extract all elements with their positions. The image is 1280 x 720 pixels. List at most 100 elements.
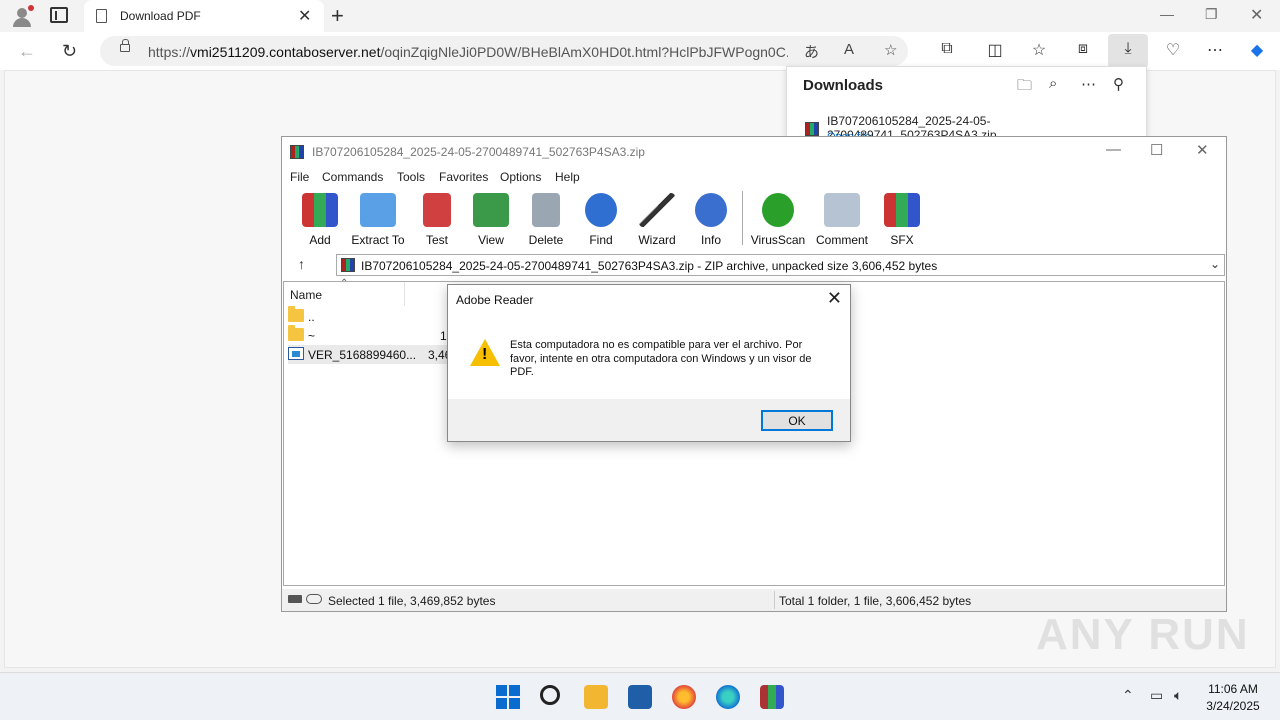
tab-close-icon[interactable]: ✕ (298, 6, 311, 26)
downloads-title: Downloads (803, 77, 884, 94)
open-folder-icon[interactable]: 🗀 (1017, 75, 1032, 100)
download-icon: ⤓ (1124, 40, 1132, 57)
delete-trash-icon (532, 193, 560, 227)
network-icon[interactable]: ▭ (1150, 687, 1163, 704)
folder-icon (288, 325, 304, 341)
up-arrow-icon[interactable]: ↑ (298, 256, 305, 272)
browser-essentials-icon[interactable]: ♡ (1162, 40, 1184, 60)
downloads-button[interactable]: ⤓ (1108, 34, 1148, 68)
url-text[interactable]: https://vmi2511209.contaboserver.net/oqi… (148, 44, 788, 60)
file-explorer-icon[interactable] (584, 685, 608, 709)
extract-to-button[interactable]: Extract To (350, 193, 406, 247)
winrar-title: IB707206105284_2025-24-05-2700489741_502… (312, 145, 645, 159)
winrar-titlebar: IB707206105284_2025-24-05-2700489741_502… (282, 137, 1226, 167)
wizard-wand-icon (639, 193, 675, 227)
clock[interactable]: 11:06 AM 3/24/2025 (1196, 681, 1270, 715)
delete-button[interactable]: Delete (518, 193, 574, 247)
add-button[interactable]: Add (292, 193, 348, 247)
status-selected: Selected 1 file, 3,469,852 bytes (328, 594, 496, 608)
search-icon[interactable]: ⌕ (1049, 75, 1057, 92)
menu-tools[interactable]: Tools (397, 170, 425, 184)
warning-icon: ! (470, 339, 500, 369)
menu-commands[interactable]: Commands (322, 170, 383, 184)
chevron-down-icon[interactable]: ⌄ (1210, 257, 1220, 271)
status-total: Total 1 folder, 1 file, 3,606,452 bytes (779, 594, 972, 608)
info-button[interactable]: Info (683, 193, 739, 247)
test-clipboard-icon (423, 193, 451, 227)
profile-icon[interactable] (10, 5, 34, 27)
column-header-name[interactable]: Name ⌃ (284, 278, 404, 306)
key-icon (306, 594, 322, 604)
winrar-close-icon[interactable]: ✕ (1196, 141, 1209, 159)
anyrun-watermark-logo: ANY RUN (1036, 610, 1250, 659)
dialog-close-icon[interactable]: ✕ (827, 288, 842, 309)
favorite-star-icon[interactable]: ☆ (884, 41, 897, 59)
status-bar: Selected 1 file, 3,469,852 bytes Total 1… (282, 589, 1226, 611)
toolbar-separator (742, 191, 743, 245)
add-icon (302, 193, 338, 227)
zip-file-icon (805, 122, 819, 136)
winrar-taskbar-icon[interactable] (760, 685, 784, 709)
windows-start-icon[interactable] (496, 685, 520, 709)
folder-icon (288, 306, 304, 322)
lock-icon (120, 39, 130, 52)
virusscan-button[interactable]: VirusScan (750, 193, 806, 247)
extensions-icon[interactable]: ⧉ (936, 40, 958, 58)
comment-button[interactable]: Comment (814, 193, 870, 247)
browser-tab-bar: Download PDF ✕ + — ❐ ✕ (0, 0, 1280, 32)
store-icon[interactable] (628, 685, 652, 709)
favorites-icon[interactable]: ☆ (1028, 40, 1050, 60)
winrar-menubar: File Commands Tools Favorites Options He… (282, 167, 1226, 187)
dialog-message: Esta computadora no es compatible para v… (510, 339, 812, 378)
search-icon[interactable] (540, 685, 560, 705)
virusscan-bug-icon (762, 193, 794, 227)
archive-icon (341, 258, 355, 272)
tab-actions-icon[interactable] (50, 7, 68, 23)
menu-help[interactable]: Help (555, 170, 580, 184)
refresh-icon[interactable]: ↻ (62, 41, 77, 62)
winrar-minimize-icon[interactable]: — (1106, 141, 1121, 158)
pin-icon[interactable]: ⚲ (1113, 75, 1124, 93)
winrar-maximize-icon[interactable]: ☐ (1150, 141, 1163, 159)
menu-file[interactable]: File (290, 170, 309, 184)
split-screen-icon[interactable]: ◫ (984, 40, 1006, 60)
address-bar-row: ← ↻ https://vmi2511209.contaboserver.net… (0, 32, 1280, 70)
ok-button[interactable]: OK (761, 410, 833, 431)
chevron-up-icon[interactable]: ⌃ (1122, 687, 1134, 704)
adobe-reader-dialog: Adobe Reader ✕ ! Esta computadora no es … (447, 284, 851, 442)
path-bar: ↑ IB707206105284_2025-24-05-2700489741_5… (282, 253, 1226, 277)
test-button[interactable]: Test (409, 193, 465, 247)
restore-icon[interactable]: ❐ (1205, 6, 1218, 23)
info-icon (695, 193, 727, 227)
find-button[interactable]: Find (573, 193, 629, 247)
edge-icon[interactable] (716, 685, 740, 709)
view-button[interactable]: View (463, 193, 519, 247)
menu-favorites[interactable]: Favorites (439, 170, 488, 184)
sort-arrow-icon: ⌃ (340, 278, 349, 289)
winrar-app-icon (290, 145, 304, 159)
volume-icon[interactable]: 🔈︎ (1174, 687, 1182, 704)
wizard-button[interactable]: Wizard (629, 193, 685, 247)
close-window-icon[interactable]: ✕ (1250, 5, 1263, 25)
tab-title: Download PDF (120, 9, 201, 23)
settings-more-icon[interactable]: ⋯ (1204, 40, 1226, 60)
path-dropdown[interactable]: IB707206105284_2025-24-05-2700489741_502… (336, 254, 1225, 276)
new-tab-icon[interactable]: + (331, 3, 344, 29)
extract-folder-icon (360, 193, 396, 227)
firefox-icon[interactable] (672, 685, 696, 709)
menu-options[interactable]: Options (500, 170, 541, 184)
collections-icon[interactable]: ⧈ (1072, 40, 1094, 58)
more-options-icon[interactable]: ⋯ (1081, 75, 1096, 93)
translate-icon[interactable]: あ (804, 41, 819, 62)
sfx-button[interactable]: SFX (874, 193, 930, 247)
dialog-title: Adobe Reader (456, 293, 534, 307)
browser-tab[interactable]: Download PDF ✕ (84, 0, 324, 32)
copilot-icon[interactable]: ◆ (1246, 40, 1268, 60)
taskbar: ⌃ ▭ 🔈︎ 11:06 AM 3/24/2025 (0, 672, 1280, 720)
back-icon[interactable]: ← (18, 41, 36, 62)
read-aloud-icon[interactable]: A (844, 41, 854, 58)
minimize-icon[interactable]: — (1160, 6, 1174, 22)
downloads-panel: Downloads 🗀 ⌕ ⋯ ⚲ IB707206105284_2025-24… (786, 66, 1147, 146)
page-icon (96, 9, 107, 23)
url-box[interactable]: https://vmi2511209.contaboserver.net/oqi… (100, 36, 908, 66)
